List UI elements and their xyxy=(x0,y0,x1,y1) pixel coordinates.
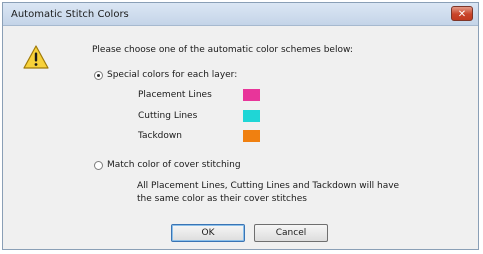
match-cover-radio[interactable]: Match color of cover stitching xyxy=(94,160,241,170)
special-colors-radio[interactable]: Special colors for each layer: xyxy=(94,70,237,80)
prompt-text: Please choose one of the automatic color… xyxy=(92,45,353,55)
placement-lines-label: Placement Lines xyxy=(138,90,212,100)
close-button[interactable]: ✕ xyxy=(451,6,473,21)
match-description-line2: the same color as their cover stitches xyxy=(137,194,307,204)
match-cover-label: Match color of cover stitching xyxy=(107,160,241,170)
warning-icon xyxy=(23,45,49,69)
dialog-window: Automatic Stitch Colors ✕ Please choose … xyxy=(2,2,479,250)
match-description-line1: All Placement Lines, Cutting Lines and T… xyxy=(137,181,400,191)
cancel-button[interactable]: Cancel xyxy=(254,224,328,242)
radio-special-indicator[interactable] xyxy=(94,70,103,80)
special-colors-label: Special colors for each layer: xyxy=(107,70,238,80)
placement-lines-swatch xyxy=(243,89,260,101)
tackdown-label: Tackdown xyxy=(138,131,182,141)
cutting-lines-label: Cutting Lines xyxy=(138,111,198,121)
ok-button[interactable]: OK xyxy=(171,224,245,242)
match-description: All Placement Lines, Cutting Lines and T… xyxy=(137,180,399,206)
cutting-lines-swatch xyxy=(243,110,260,122)
title-bar[interactable]: Automatic Stitch Colors ✕ xyxy=(3,3,478,26)
window-title: Automatic Stitch Colors xyxy=(11,9,129,20)
close-icon: ✕ xyxy=(457,9,467,20)
tackdown-swatch xyxy=(243,130,260,142)
radio-match-indicator[interactable] xyxy=(94,160,103,170)
